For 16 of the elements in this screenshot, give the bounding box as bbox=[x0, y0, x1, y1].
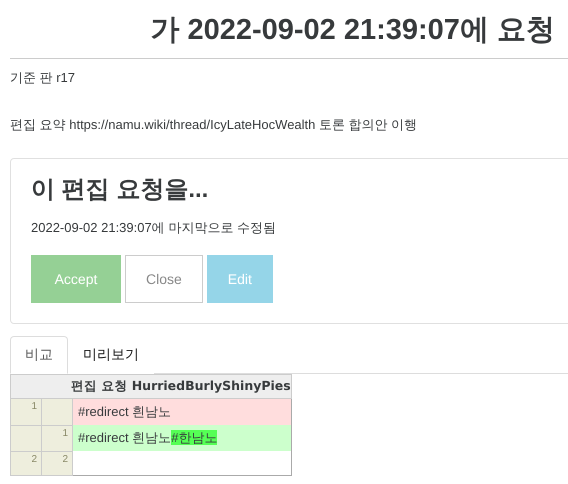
diff-header: 편집 요청 HurriedBurlyShinyPies bbox=[10, 374, 292, 398]
card-heading: 이 편집 요청을... bbox=[31, 175, 210, 205]
line-number: 2 bbox=[42, 451, 72, 476]
tab[interactable]: 비교 bbox=[10, 336, 68, 374]
highlighted-text: #한남노 bbox=[171, 430, 218, 445]
diff-text: #redirect 흰남노 bbox=[78, 430, 172, 445]
line-number: 1 bbox=[42, 425, 72, 451]
edit-summary: 편집 요약 https://namu.wiki/thread/IcyLateHocWealth 토론 합의안 이행 bbox=[10, 116, 418, 134]
line-number: 1 bbox=[10, 398, 42, 425]
accept-button[interactable]: Accept bbox=[31, 255, 121, 303]
close-button[interactable]: Close bbox=[125, 255, 203, 303]
line-number: 2 bbox=[10, 451, 42, 476]
page-title: 가 2022-09-02 21:39:07에 요청 bbox=[10, 0, 568, 59]
modified-time: 2022-09-02 21:39:07에 마지막으로 수정됨 bbox=[31, 219, 277, 237]
base-revision: 기준 판 r17 bbox=[10, 69, 76, 87]
diff-text: #redirect 흰남노 bbox=[78, 404, 172, 419]
